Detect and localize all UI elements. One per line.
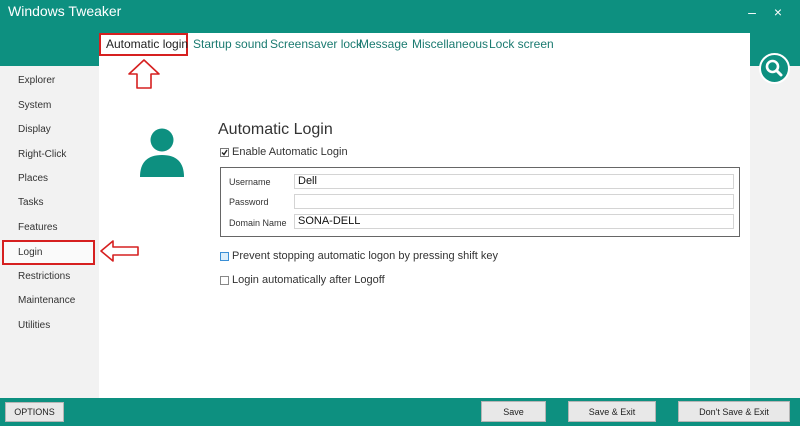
login-after-logoff-label: Login automatically after Logoff [232, 274, 385, 286]
sidebar-item-login[interactable]: Login [18, 247, 42, 258]
enable-auto-login-checkbox[interactable] [220, 148, 229, 157]
tab-automatic-login[interactable]: Automatic login [106, 37, 188, 51]
sidebar: Explorer System Display Right-Click Plac… [0, 66, 99, 398]
password-label: Password [229, 197, 269, 207]
search-button[interactable] [759, 53, 790, 84]
content-panel: Automatic login Startup sound Screensave… [99, 33, 750, 398]
sidebar-item-login-highlight[interactable] [2, 240, 95, 265]
tab-startup-sound[interactable]: Startup sound [193, 37, 268, 51]
sidebar-item-system[interactable]: System [18, 100, 51, 111]
credentials-group: Username Dell Password Domain Name SONA-… [220, 167, 740, 237]
search-icon [765, 59, 783, 77]
tab-miscellaneous[interactable]: Miscellaneous [412, 37, 488, 51]
prevent-shift-label: Prevent stopping automatic logon by pres… [232, 250, 498, 262]
domain-name-label: Domain Name [229, 218, 287, 228]
sidebar-item-utilities[interactable]: Utilities [18, 320, 50, 331]
password-input[interactable] [294, 194, 734, 209]
sidebar-item-explorer[interactable]: Explorer [18, 75, 55, 86]
domain-name-input[interactable]: SONA-DELL [294, 214, 734, 229]
user-icon [140, 128, 184, 177]
tab-message[interactable]: Message [359, 37, 408, 51]
arrow-up-icon [128, 59, 160, 89]
save-exit-button[interactable]: Save & Exit [568, 401, 656, 422]
tab-screensaver-lock[interactable]: Screensaver lock [270, 37, 362, 51]
sidebar-item-display[interactable]: Display [18, 124, 51, 135]
tab-lock-screen[interactable]: Lock screen [489, 37, 554, 51]
username-label: Username [229, 177, 271, 187]
dont-save-exit-button[interactable]: Don't Save & Exit [678, 401, 790, 422]
arrow-left-icon [100, 240, 139, 262]
prevent-shift-checkbox[interactable] [220, 252, 229, 261]
sidebar-item-places[interactable]: Places [18, 173, 48, 184]
right-panel [750, 66, 800, 398]
sidebar-item-features[interactable]: Features [18, 222, 57, 233]
save-button[interactable]: Save [481, 401, 546, 422]
page-title: Automatic Login [218, 121, 333, 138]
sidebar-item-maintenance[interactable]: Maintenance [18, 295, 75, 306]
close-button[interactable]: × [768, 2, 788, 22]
footer-bar: OPTIONS Save Save & Exit Don't Save & Ex… [0, 398, 800, 426]
minimize-button[interactable]: – [742, 2, 762, 22]
options-button[interactable]: OPTIONS [5, 402, 64, 422]
enable-auto-login-label: Enable Automatic Login [232, 146, 348, 158]
username-input[interactable]: Dell [294, 174, 734, 189]
login-after-logoff-checkbox[interactable] [220, 276, 229, 285]
window-title: Windows Tweaker [8, 3, 122, 19]
checkmark-icon [221, 149, 228, 156]
sidebar-item-tasks[interactable]: Tasks [18, 197, 44, 208]
sidebar-item-restrictions[interactable]: Restrictions [18, 271, 70, 282]
sidebar-item-right-click[interactable]: Right-Click [18, 149, 66, 160]
